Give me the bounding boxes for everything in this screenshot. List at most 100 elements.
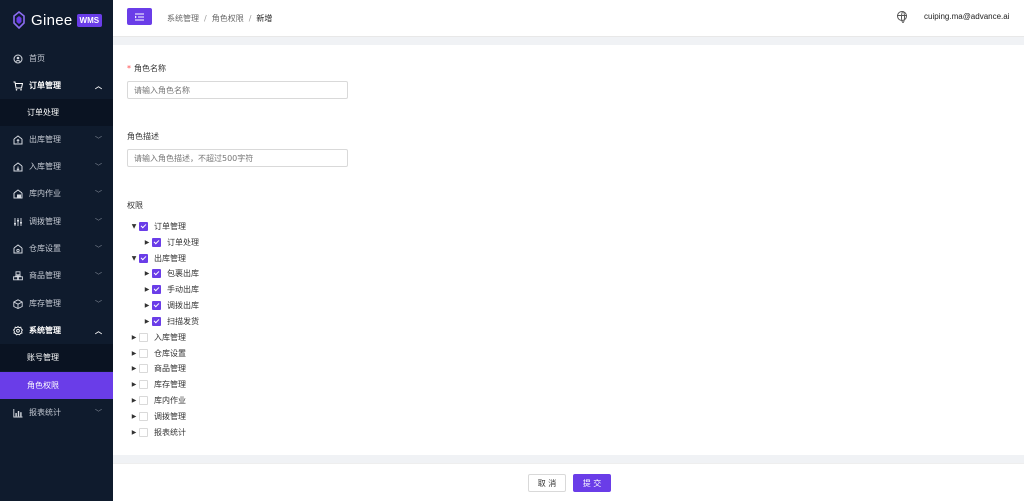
checkbox[interactable] — [139, 332, 148, 342]
tree-node-manual-outbound[interactable]: ▶ 手动出库 — [142, 282, 199, 296]
tree-node-label: 订单处理 — [167, 237, 199, 247]
sidebar-subitem-label: 订单处理 — [27, 108, 59, 117]
role-description-input[interactable] — [127, 149, 348, 167]
caret-right-icon[interactable]: ▶ — [129, 381, 139, 388]
chevron-down-icon: ﹀ — [95, 408, 102, 417]
outbound-icon — [13, 134, 23, 145]
menu-toggle-button[interactable] — [127, 8, 152, 25]
tree-node-label: 商品管理 — [154, 363, 186, 373]
sidebar-item-outbound[interactable]: 出库管理 ﹀ — [0, 126, 113, 153]
caret-down-icon[interactable]: ▼ — [129, 255, 139, 262]
caret-right-icon[interactable]: ▶ — [142, 302, 152, 309]
menu-icon — [135, 13, 144, 20]
caret-right-icon[interactable]: ▶ — [129, 429, 139, 436]
inbound-icon — [13, 161, 23, 172]
sidebar-item-label: 订单管理 — [29, 81, 61, 90]
sidebar-item-reports[interactable]: 报表统计 ﹀ — [0, 399, 113, 426]
sidebar-item-transfer[interactable]: 调拨管理 ﹀ — [0, 208, 113, 235]
sidebar-item-warehouse-work[interactable]: 库内作业 ﹀ — [0, 180, 113, 207]
caret-right-icon[interactable]: ▶ — [129, 365, 139, 372]
checkbox[interactable] — [139, 411, 148, 421]
warehouse-settings-icon — [13, 243, 23, 254]
sidebar-item-inventory[interactable]: 库存管理 ﹀ — [0, 290, 113, 317]
tree-node-label: 手动出库 — [167, 284, 199, 294]
checkbox[interactable] — [139, 221, 148, 231]
checkbox[interactable] — [152, 300, 161, 310]
checkbox[interactable] — [139, 395, 148, 405]
user-account[interactable]: cuiping.ma@advance.ai — [924, 12, 1010, 21]
tree-node-label: 库内作业 — [154, 395, 186, 405]
tree-node-warehouse-settings[interactable]: ▶ 仓库设置 — [129, 346, 186, 360]
tree-node-parcel-outbound[interactable]: ▶ 包裹出库 — [142, 266, 199, 280]
tree-node-reports[interactable]: ▶ 报表统计 — [129, 425, 186, 439]
tree-node-label: 包裹出库 — [167, 268, 199, 278]
warehouse-work-icon — [13, 188, 23, 199]
checkbox[interactable] — [139, 363, 148, 373]
sidebar-item-label: 商品管理 — [29, 271, 61, 280]
checkbox[interactable] — [152, 268, 161, 278]
chevron-up-icon: ︿ — [95, 326, 102, 335]
sidebar-item-system-management[interactable]: 系统管理 ︿ — [0, 317, 113, 344]
tree-node-products[interactable]: ▶ 商品管理 — [129, 361, 186, 375]
chevron-down-icon: ﹀ — [95, 189, 102, 198]
sidebar-subitem-label: 角色权限 — [27, 381, 59, 390]
tree-node-label: 仓库设置 — [154, 348, 186, 358]
globe-icon[interactable] — [897, 11, 907, 23]
tree-node-label: 调拨管理 — [154, 411, 186, 421]
breadcrumb-item-system[interactable]: 系统管理 — [167, 14, 199, 23]
checkbox[interactable] — [139, 379, 148, 389]
sidebar-subitem-role-permissions[interactable]: 角色权限 — [0, 372, 113, 399]
tree-node-transfer[interactable]: ▶ 调拨管理 — [129, 409, 186, 423]
checkbox[interactable] — [139, 427, 148, 437]
breadcrumb-separator: / — [204, 14, 207, 23]
sidebar-item-inbound[interactable]: 入库管理 ﹀ — [0, 153, 113, 180]
tree-node-inbound[interactable]: ▶ 入库管理 — [129, 330, 186, 344]
chevron-down-icon: ﹀ — [95, 244, 102, 253]
checkbox[interactable] — [152, 237, 161, 247]
chevron-down-icon: ﹀ — [95, 217, 102, 226]
cancel-button[interactable]: 取 消 — [528, 474, 566, 492]
checkbox[interactable] — [152, 284, 161, 294]
caret-right-icon[interactable]: ▶ — [142, 239, 152, 246]
tree-node-scan-ship[interactable]: ▶ 扫描发货 — [142, 314, 199, 328]
breadcrumb-item-role[interactable]: 角色权限 — [212, 14, 244, 23]
sidebar-subitem-account-management[interactable]: 账号管理 — [0, 344, 113, 371]
tree-node-label: 库存管理 — [154, 379, 186, 389]
caret-right-icon[interactable]: ▶ — [129, 350, 139, 357]
tree-node-outbound[interactable]: ▼ 出库管理 — [129, 251, 186, 265]
inventory-icon — [13, 298, 23, 309]
product-icon — [13, 270, 23, 281]
sidebar-item-warehouse-settings[interactable]: 仓库设置 ﹀ — [0, 235, 113, 262]
sidebar-item-home[interactable]: 首页 — [0, 45, 113, 72]
role-name-input[interactable] — [127, 81, 348, 99]
sidebar-subitem-order-processing[interactable]: 订单处理 — [0, 99, 113, 126]
transfer-icon — [13, 217, 23, 227]
caret-right-icon[interactable]: ▶ — [129, 397, 139, 404]
tree-node-transfer-outbound[interactable]: ▶ 调拨出库 — [142, 298, 199, 312]
caret-right-icon[interactable]: ▶ — [142, 286, 152, 293]
tree-node-label: 扫描发货 — [167, 316, 199, 326]
submit-button[interactable]: 提 交 — [573, 474, 611, 492]
sidebar-item-order-management[interactable]: 订单管理 ︿ — [0, 72, 113, 99]
tree-node-warehouse-work[interactable]: ▶ 库内作业 — [129, 393, 186, 407]
chevron-down-icon: ﹀ — [95, 162, 102, 171]
bar-chart-icon — [13, 408, 23, 418]
tree-node-label: 调拨出库 — [167, 300, 199, 310]
tree-node-inventory[interactable]: ▶ 库存管理 — [129, 377, 186, 391]
caret-right-icon[interactable]: ▶ — [142, 318, 152, 325]
tree-node-label: 报表统计 — [154, 427, 186, 437]
tree-node-order-processing[interactable]: ▶ 订单处理 — [142, 235, 199, 249]
tree-node-order-management[interactable]: ▼ 订单管理 — [129, 219, 186, 233]
caret-right-icon[interactable]: ▶ — [129, 334, 139, 341]
caret-down-icon[interactable]: ▼ — [129, 223, 139, 230]
checkbox[interactable] — [152, 316, 161, 326]
checkbox[interactable] — [139, 253, 148, 263]
sidebar-item-products[interactable]: 商品管理 ﹀ — [0, 262, 113, 289]
logo[interactable]: Ginee WMS — [0, 0, 113, 40]
caret-right-icon[interactable]: ▶ — [129, 413, 139, 420]
permissions-label: 权限 — [127, 201, 143, 210]
tree-node-label: 订单管理 — [154, 221, 186, 231]
caret-right-icon[interactable]: ▶ — [142, 270, 152, 277]
checkbox[interactable] — [139, 348, 148, 358]
sidebar-item-label: 库存管理 — [29, 299, 61, 308]
